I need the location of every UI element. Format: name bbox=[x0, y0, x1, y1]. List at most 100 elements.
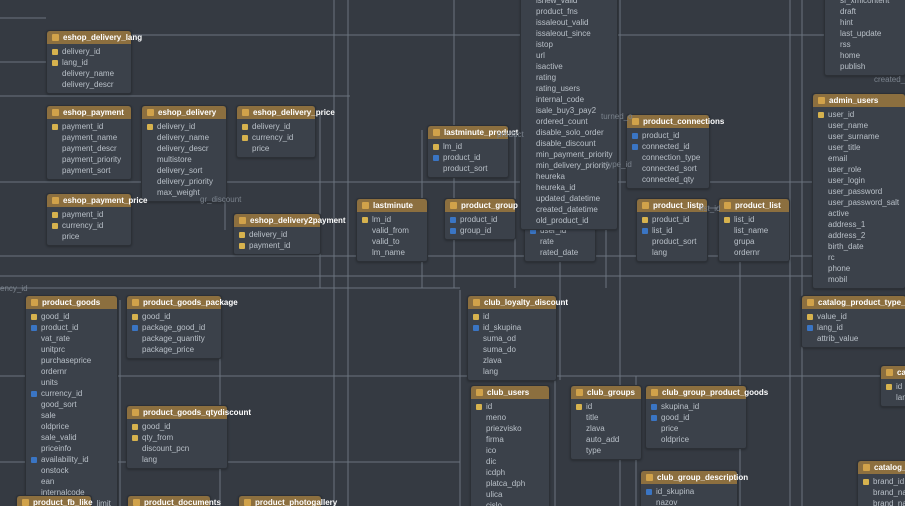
column[interactable]: payment_id bbox=[47, 121, 131, 132]
column[interactable]: availability_id bbox=[26, 454, 117, 465]
column[interactable]: price bbox=[47, 231, 131, 242]
column[interactable]: delivery_id bbox=[142, 121, 226, 132]
column[interactable]: delivery_descr bbox=[142, 143, 226, 154]
column[interactable]: isactive bbox=[521, 61, 617, 72]
entity-header[interactable]: product_list bbox=[719, 199, 789, 212]
column[interactable]: address_1 bbox=[813, 219, 905, 230]
column[interactable]: brand_id bbox=[858, 476, 905, 487]
column[interactable]: publish bbox=[825, 61, 905, 72]
column[interactable]: ico bbox=[471, 445, 549, 456]
entity-eshop_delivery[interactable]: eshop_deliverydelivery_iddelivery_namede… bbox=[141, 105, 227, 202]
column[interactable]: grupa bbox=[719, 236, 789, 247]
column[interactable]: meno bbox=[471, 412, 549, 423]
column[interactable]: zlava bbox=[468, 355, 556, 366]
column[interactable]: connected_qty bbox=[627, 174, 709, 185]
column[interactable]: good_sort bbox=[26, 399, 117, 410]
entity-header[interactable]: club_loyalty_discount bbox=[468, 296, 556, 309]
column[interactable]: payment_name bbox=[47, 132, 131, 143]
column[interactable]: address_2 bbox=[813, 230, 905, 241]
entity-product_group[interactable]: product_groupproduct_idgroup_id bbox=[444, 198, 516, 240]
entity-product_photogallery[interactable]: product_photogallery bbox=[238, 495, 322, 506]
column[interactable]: product_id bbox=[445, 214, 515, 225]
entity-club_users[interactable]: club_usersidmenopriezviskofirmaicodicicd… bbox=[470, 385, 550, 506]
column[interactable]: connected_id bbox=[627, 141, 709, 152]
column[interactable]: attrib_value bbox=[802, 333, 905, 344]
column[interactable]: disable_discount bbox=[521, 138, 617, 149]
entity-catalog_x1[interactable]: catalogidlang_id bbox=[880, 365, 905, 407]
column[interactable]: created_datetime bbox=[521, 204, 617, 215]
column[interactable]: lang bbox=[127, 454, 227, 465]
column[interactable]: rated_date bbox=[525, 247, 595, 258]
column[interactable]: currency_id bbox=[26, 388, 117, 399]
column[interactable]: heureka_id bbox=[521, 182, 617, 193]
entity-eshop_delivery2payment[interactable]: eshop_delivery2paymentdelivery_idpayment… bbox=[233, 213, 321, 255]
entity-header[interactable]: product_goods_package bbox=[127, 296, 221, 309]
column[interactable]: package_good_id bbox=[127, 322, 221, 333]
column[interactable]: vat_rate bbox=[26, 333, 117, 344]
column[interactable]: email bbox=[813, 153, 905, 164]
entity-eshop_payment_price[interactable]: eshop_payment_pricepayment_idcurrency_id… bbox=[46, 193, 132, 246]
column[interactable]: delivery_id bbox=[237, 121, 315, 132]
column[interactable]: heureka bbox=[521, 171, 617, 182]
column[interactable]: issaleout_since bbox=[521, 28, 617, 39]
column[interactable]: good_id bbox=[646, 412, 746, 423]
column[interactable]: ean bbox=[26, 476, 117, 487]
entity-product_fb_like[interactable]: product_fb_like bbox=[16, 495, 92, 506]
column[interactable]: istop bbox=[521, 39, 617, 50]
column[interactable]: draft bbox=[825, 6, 905, 17]
column[interactable]: lang_id bbox=[881, 392, 905, 403]
column[interactable]: good_id bbox=[127, 421, 227, 432]
column[interactable]: list_name bbox=[719, 225, 789, 236]
column[interactable]: priceinfo bbox=[26, 443, 117, 454]
entity-lastminute[interactable]: lastminutelm_idvalid_fromvalid_tolm_name bbox=[356, 198, 428, 262]
column[interactable]: id bbox=[881, 381, 905, 392]
entity-header[interactable]: catalog_product_type_attrib_value bbox=[802, 296, 905, 309]
column[interactable]: good_id bbox=[127, 311, 221, 322]
column[interactable]: firma bbox=[471, 434, 549, 445]
column[interactable]: home bbox=[825, 50, 905, 61]
column[interactable]: cislo bbox=[471, 500, 549, 506]
column[interactable]: user_password_salt bbox=[813, 197, 905, 208]
column[interactable]: delivery_descr bbox=[47, 79, 131, 90]
column[interactable]: sale bbox=[26, 410, 117, 421]
column[interactable]: min_delivery_priority bbox=[521, 160, 617, 171]
column[interactable]: delivery_priority bbox=[142, 176, 226, 187]
column[interactable]: list_id bbox=[637, 225, 707, 236]
column[interactable]: payment_id bbox=[47, 209, 131, 220]
entity-header[interactable]: product_goods bbox=[26, 296, 117, 309]
entity-header[interactable]: eshop_delivery_price bbox=[237, 106, 315, 119]
column[interactable]: package_quantity bbox=[127, 333, 221, 344]
column[interactable]: package_price bbox=[127, 344, 221, 355]
column[interactable]: product_id bbox=[428, 152, 508, 163]
entity-product_goods_package[interactable]: product_goods_package good_idpackage_good… bbox=[126, 295, 222, 359]
entity-header[interactable]: product_fb_like bbox=[17, 496, 91, 506]
column[interactable]: url bbox=[521, 50, 617, 61]
column[interactable]: product_id bbox=[637, 214, 707, 225]
column[interactable]: skupina_id bbox=[646, 401, 746, 412]
column[interactable]: product_id bbox=[627, 130, 709, 141]
column[interactable]: currency_id bbox=[47, 220, 131, 231]
entity-header[interactable]: admin_users bbox=[813, 94, 905, 107]
column[interactable]: last_update bbox=[825, 28, 905, 39]
column[interactable]: auto_add bbox=[571, 434, 641, 445]
column[interactable]: lm_id bbox=[428, 141, 508, 152]
entity-catalog_product_type_attrib_value[interactable]: catalog_product_type_attrib_valuevalue_i… bbox=[801, 295, 905, 348]
entity-eshop_delivery_lang[interactable]: eshop_delivery_langdelivery_idlang_iddel… bbox=[46, 30, 132, 94]
column[interactable]: lm_name bbox=[357, 247, 427, 258]
column[interactable]: sale_valid bbox=[26, 432, 117, 443]
column[interactable]: price bbox=[646, 423, 746, 434]
column[interactable]: brand_name bbox=[858, 487, 905, 498]
entity-header[interactable]: catalog_brand bbox=[858, 461, 905, 474]
column[interactable]: discount_pcn bbox=[127, 443, 227, 454]
column[interactable]: issaleout_valid bbox=[521, 17, 617, 28]
column[interactable]: onstock bbox=[26, 465, 117, 476]
entity-header[interactable]: product_photogallery bbox=[239, 496, 321, 506]
column[interactable]: suma_od bbox=[468, 333, 556, 344]
column[interactable]: rating_users bbox=[521, 83, 617, 94]
erd-canvas[interactable]: eshop_delivery_langdelivery_idlang_iddel… bbox=[0, 0, 905, 506]
entity-catalog_brand[interactable]: catalog_brandbrand_idbrand_namebrand_nam… bbox=[857, 460, 905, 506]
column[interactable]: id bbox=[471, 401, 549, 412]
entity-product_goods_qtydiscount[interactable]: product_goods_qtydiscountgood_idqty_from… bbox=[126, 405, 228, 469]
column[interactable]: oldprice bbox=[646, 434, 746, 445]
column[interactable]: icdph bbox=[471, 467, 549, 478]
